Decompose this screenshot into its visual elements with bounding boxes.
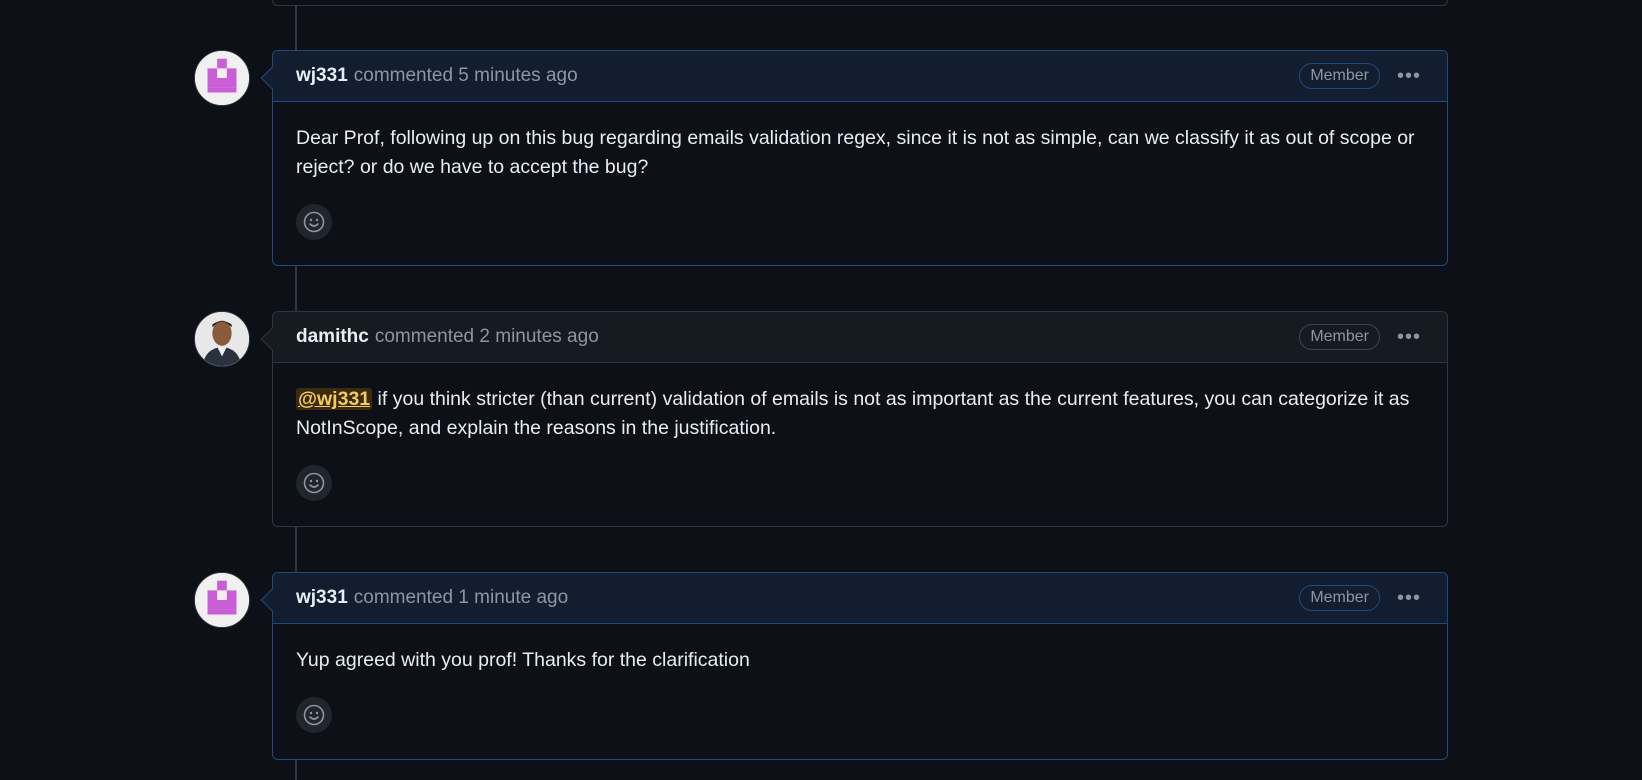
add-reaction-button[interactable] bbox=[296, 697, 332, 733]
previous-comment-box bbox=[272, 0, 1448, 6]
smiley-icon bbox=[303, 211, 325, 233]
smiley-icon bbox=[303, 472, 325, 494]
comment-header: wj331 commented 1 minute ago Member ••• bbox=[273, 573, 1447, 624]
add-reaction-button[interactable] bbox=[296, 465, 332, 501]
kebab-horizontal-icon[interactable]: ••• bbox=[1394, 587, 1424, 610]
avatar[interactable] bbox=[194, 572, 250, 628]
comment-header: damithc commented 2 minutes ago Member •… bbox=[273, 312, 1447, 363]
comment-author[interactable]: wj331 bbox=[296, 587, 348, 609]
comment-body: Yup agreed with you prof! Thanks for the… bbox=[296, 649, 750, 671]
member-badge: Member bbox=[1299, 324, 1380, 350]
comment-timestamp[interactable]: commented 2 minutes ago bbox=[375, 326, 599, 348]
user-photo-icon bbox=[195, 312, 249, 366]
smiley-icon bbox=[303, 704, 325, 726]
member-badge: Member bbox=[1299, 585, 1380, 611]
comment-body: @wj331 if you think stricter (than curre… bbox=[273, 363, 1447, 443]
comment-timestamp[interactable]: commented 1 minute ago bbox=[354, 587, 568, 609]
kebab-horizontal-icon[interactable]: ••• bbox=[1394, 65, 1424, 88]
comment-timestamp[interactable]: commented 5 minutes ago bbox=[354, 65, 578, 87]
avatar[interactable] bbox=[194, 50, 250, 106]
kebab-horizontal-icon[interactable]: ••• bbox=[1394, 326, 1424, 349]
identicon-icon bbox=[195, 573, 249, 627]
avatar[interactable] bbox=[194, 311, 250, 367]
comment-author[interactable]: wj331 bbox=[296, 65, 348, 87]
comment-box: wj331 commented 5 minutes ago Member •••… bbox=[260, 50, 1448, 266]
comment-body: Dear Prof, following up on this bug rega… bbox=[296, 127, 1415, 178]
user-mention[interactable]: @wj331 bbox=[296, 388, 373, 410]
comment-author[interactable]: damithc bbox=[296, 326, 369, 348]
comment-header: wj331 commented 5 minutes ago Member ••• bbox=[273, 51, 1447, 102]
comment-box: damithc commented 2 minutes ago Member •… bbox=[260, 311, 1448, 527]
identicon-icon bbox=[195, 51, 249, 105]
comment-box: wj331 commented 1 minute ago Member ••• … bbox=[260, 572, 1448, 760]
add-reaction-button[interactable] bbox=[296, 204, 332, 240]
member-badge: Member bbox=[1299, 63, 1380, 89]
comment-text: if you think stricter (than current) val… bbox=[296, 388, 1410, 439]
